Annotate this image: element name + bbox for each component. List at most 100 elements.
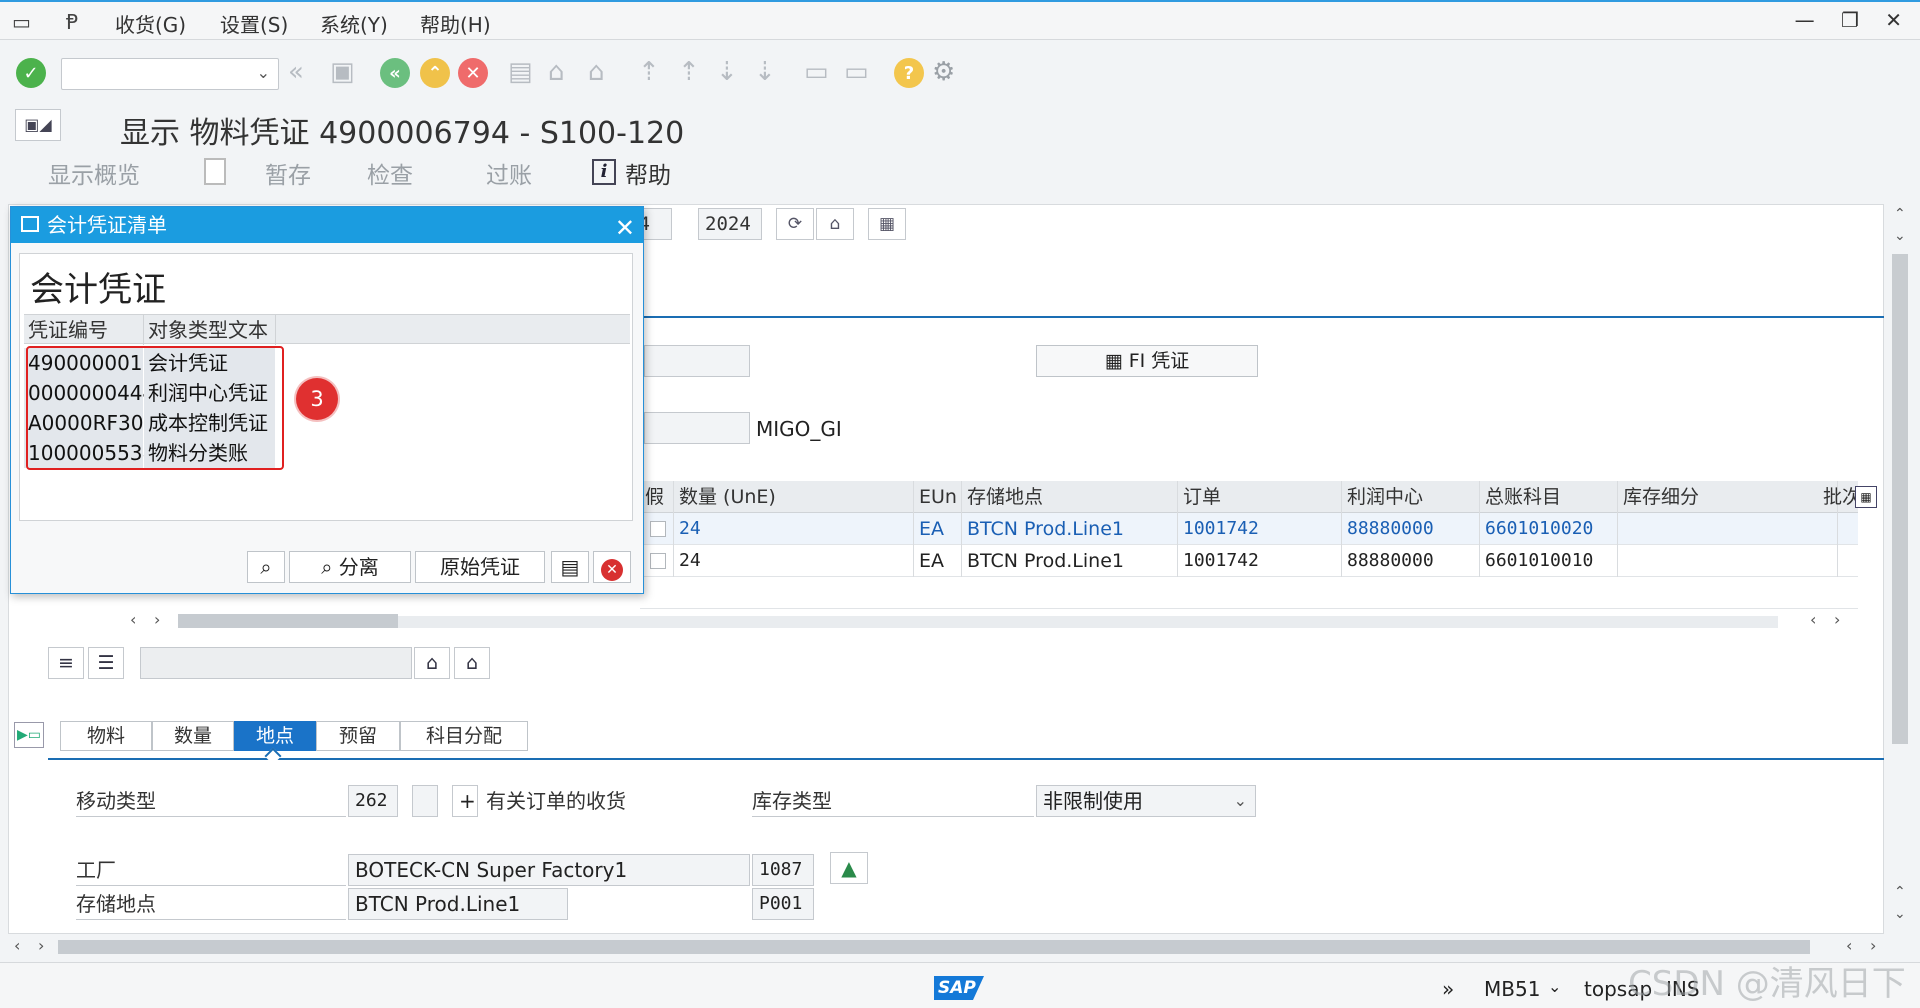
cell-sloc: BTCN Prod.Line1 — [962, 513, 1178, 545]
cancel-icon[interactable]: ✕ — [458, 58, 488, 88]
document-icon — [204, 158, 226, 185]
expand-all-icon[interactable]: ≡ — [48, 647, 84, 679]
sap-p-icon[interactable]: Ᵽ — [66, 10, 78, 34]
col-header-doc-number[interactable]: 凭证编号 — [24, 315, 144, 345]
cell-order[interactable]: 1001742 — [1178, 513, 1342, 545]
col-header-batch[interactable]: 批次 — [1818, 481, 1858, 513]
scroll-up-icon[interactable]: ⌃ — [1894, 206, 1906, 222]
info-icon[interactable]: i — [592, 159, 616, 185]
new-session-icon[interactable]: ▭ — [804, 57, 829, 87]
cancel-icon[interactable]: ✕ — [593, 551, 631, 583]
scroll-down-bottom-icon[interactable]: ⌄ — [1894, 906, 1906, 922]
scroll-left-icon[interactable]: ‹ — [130, 610, 136, 629]
row-checkbox[interactable] — [650, 553, 666, 569]
print-icon[interactable]: ▤ — [551, 551, 589, 583]
col-header-stock-segment[interactable]: 库存细分 — [1618, 481, 1838, 513]
col-header-order[interactable]: 订单 — [1178, 481, 1342, 513]
help-icon[interactable]: ? — [894, 58, 924, 88]
window-controls[interactable]: — ❐ ✕ — [1795, 8, 1912, 32]
expand-status-icon[interactable]: » — [1442, 977, 1454, 1001]
scroll-right-icon[interactable]: › — [1834, 610, 1840, 629]
tab-quantity[interactable]: 数量 — [152, 721, 234, 751]
command-field[interactable]: ⌄ — [61, 58, 279, 90]
scroll-down-icon[interactable]: ⌄ — [1894, 228, 1906, 244]
exit-icon[interactable]: ⌃ — [420, 58, 450, 88]
tab-underline — [48, 758, 1884, 760]
display-icon: ⌕ — [321, 555, 339, 579]
expand-detail-icon[interactable]: ▶▭ — [14, 722, 44, 748]
scroll-left-icon[interactable]: ‹ — [1810, 610, 1816, 629]
table-row[interactable]: 24 EA BTCN Prod.Line1 1001742 88880000 6… — [640, 513, 1858, 545]
cell-gl-account[interactable]: 6601010020 — [1480, 513, 1618, 545]
window-icon — [21, 216, 39, 232]
scroll-right-icon[interactable]: › — [38, 936, 44, 955]
find-next-icon[interactable]: ⌂ — [454, 647, 490, 679]
menu-help[interactable]: 帮助(H) — [420, 9, 491, 38]
col-header-gl-account[interactable]: 总账科目 — [1480, 481, 1618, 513]
vertical-scrollbar[interactable]: ⌃ ⌄ ⌃ ⌄ — [1888, 204, 1912, 934]
fi-document-button[interactable]: ▦ FI 凭证 — [1036, 345, 1258, 377]
enter-icon[interactable]: ✓ — [16, 58, 46, 88]
dialog-heading: 会计凭证 — [30, 270, 166, 310]
back-icon[interactable]: « — [380, 58, 410, 88]
sap-menu-icon[interactable]: ▭ — [12, 10, 31, 34]
scroll-up-bottom-icon[interactable]: ⌃ — [1894, 884, 1906, 900]
tab-reservation[interactable]: 预留 — [316, 721, 400, 751]
calculator-icon[interactable]: ▦ — [868, 208, 906, 240]
services-for-object-icon[interactable]: ▣◢ — [15, 109, 61, 141]
chevron-down-icon[interactable]: ⌄ — [257, 63, 270, 82]
grid-horizontal-scrollbar[interactable]: ‹ › ‹ › — [130, 610, 1850, 630]
shortcut-icon[interactable]: ▭ — [844, 57, 869, 87]
chevron-down-icon[interactable]: ⌄ — [1548, 977, 1561, 996]
transaction-code: MB51 — [1484, 977, 1541, 1001]
row-checkbox[interactable] — [650, 521, 666, 537]
plant-name-field: BOTECK-CN Super Factory1 — [348, 854, 750, 886]
scroll-left-icon[interactable]: ‹ — [1846, 936, 1852, 955]
scroll-right-icon[interactable]: › — [1870, 936, 1876, 955]
cell-profit-center[interactable]: 88880000 — [1342, 513, 1480, 545]
col-header-qty[interactable]: 数量 (UnE) — [674, 481, 914, 513]
menu-bar: ▭ Ᵽ 收货(G) 设置(S) 系统(Y) 帮助(H) — ❐ ✕ — [0, 0, 1920, 40]
close-icon[interactable]: ✕ — [615, 210, 635, 246]
plus-button[interactable]: + — [452, 785, 478, 817]
col-header-eun[interactable]: EUn — [914, 481, 962, 513]
chevron-down-icon: ⌄ — [1233, 791, 1247, 810]
movement-desc: 有关订单的收货 — [486, 789, 626, 813]
customize-icon[interactable]: ⚙ — [932, 57, 955, 87]
display-icon[interactable]: ⌕ — [247, 551, 285, 583]
col-header-flag[interactable]: 假 — [640, 481, 674, 513]
original-document-button[interactable]: 原始凭证 — [415, 551, 545, 583]
tab-account-assignment[interactable]: 科目分配 — [400, 721, 528, 751]
scroll-right-icon[interactable]: › — [154, 610, 160, 629]
grid-layout-icon[interactable]: ▦ — [1855, 486, 1877, 508]
find-document-icon[interactable]: ⌂ — [816, 208, 854, 240]
hold-button: 暂存 — [265, 163, 311, 189]
document-year-field[interactable]: 2024 — [698, 208, 762, 240]
menu-settings[interactable]: 设置(S) — [220, 9, 288, 38]
menu-receipt[interactable]: 收货(G) — [115, 9, 186, 38]
scroll-thumb[interactable] — [58, 940, 1810, 954]
filter-icon[interactable]: ☰ — [88, 647, 124, 679]
menu-system[interactable]: 系统(Y) — [320, 9, 388, 38]
scroll-left-icon[interactable]: ‹ — [14, 936, 20, 955]
col-header-sloc[interactable]: 存储地点 — [962, 481, 1178, 513]
help-button[interactable]: 帮助 — [625, 156, 671, 190]
scroll-thumb[interactable] — [1892, 254, 1908, 744]
search-input[interactable] — [140, 647, 412, 679]
dialog-title: 会计凭证清单 — [47, 213, 167, 237]
tab-where[interactable]: 地点 — [234, 721, 316, 751]
col-header-profit-center[interactable]: 利润中心 — [1342, 481, 1480, 513]
plant-map-icon[interactable]: ▲ — [830, 852, 868, 884]
col-header-object-type[interactable]: 对象类型文本 — [144, 315, 276, 345]
execute-icon[interactable]: ⟳ — [776, 208, 814, 240]
find-icon[interactable]: ⌂ — [414, 647, 450, 679]
table-row[interactable]: 24 EA BTCN Prod.Line1 1001742 88880000 6… — [640, 545, 1858, 577]
stock-type-dropdown[interactable]: 非限制使用 ⌄ — [1036, 785, 1256, 817]
list-header: 凭证编号 对象类型文本 — [24, 314, 630, 345]
save-icon: ▣ — [330, 57, 355, 87]
scroll-thumb[interactable] — [178, 614, 398, 628]
watermark: CSDN @清风日下 — [1628, 964, 1906, 1004]
cell-eun: EA — [914, 513, 962, 545]
split-button[interactable]: ⌕ 分离 — [289, 551, 411, 583]
tab-material[interactable]: 物料 — [60, 721, 152, 751]
